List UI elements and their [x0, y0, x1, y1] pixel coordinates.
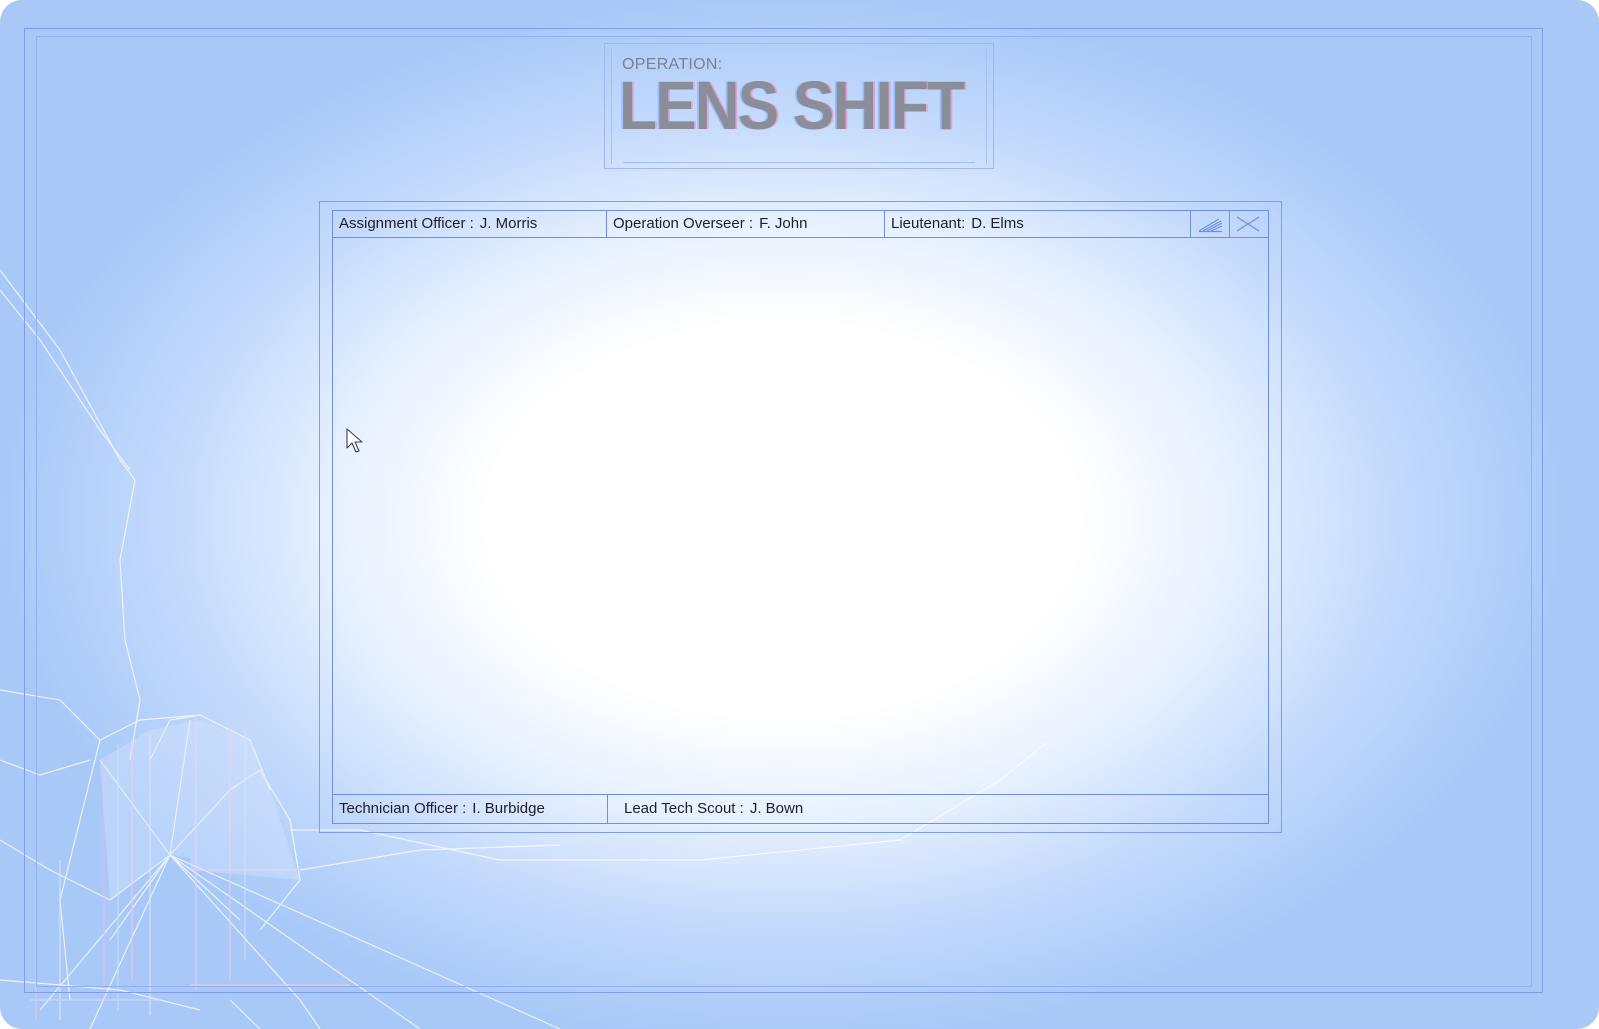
footer-label: Lead Tech Scout : — [624, 800, 744, 817]
header-operation-overseer: Operation Overseer : F. John — [607, 211, 885, 237]
header-lieutenant: Lieutenant: D. Elms — [885, 211, 1190, 237]
operation-window: Assignment Officer : J. Morris Operation … — [319, 201, 1282, 833]
desktop-background: OPERATION: LENS SHIFT Assignment Officer… — [0, 0, 1599, 1029]
logo-underline — [623, 162, 975, 163]
window-footer-bar: Technician Officer : I. Burbidge Lead Tec… — [333, 794, 1268, 823]
footer-technician-officer: Technician Officer : I. Burbidge — [333, 795, 608, 823]
close-button[interactable] — [1229, 211, 1266, 237]
footer-label: Technician Officer : — [339, 800, 467, 817]
window-title-bar: Assignment Officer : J. Morris Operation … — [333, 211, 1268, 238]
header-value: J. Morris — [479, 215, 538, 232]
header-value: F. John — [759, 215, 808, 232]
header-label: Lieutenant: — [891, 215, 966, 232]
window-panel: Assignment Officer : J. Morris Operation … — [332, 210, 1269, 824]
close-icon — [1236, 216, 1260, 232]
mouse-cursor-icon — [346, 428, 363, 453]
logo-title: LENS SHIFT — [619, 67, 965, 144]
footer-value: J. Bown — [749, 800, 804, 817]
footer-lead-tech-scout: Lead Tech Scout : J. Bown — [608, 795, 803, 823]
footer-value: I. Burbidge — [472, 800, 545, 817]
header-value: D. Elms — [971, 215, 1024, 232]
window-content-area[interactable] — [333, 238, 1268, 795]
header-label: Operation Overseer : — [613, 215, 754, 232]
header-assignment-officer: Assignment Officer : J. Morris — [333, 211, 607, 237]
resize-icon — [1198, 218, 1223, 233]
resize-button[interactable] — [1190, 211, 1229, 237]
operation-logo: OPERATION: LENS SHIFT — [604, 43, 994, 169]
header-label: Assignment Officer : — [339, 215, 474, 232]
